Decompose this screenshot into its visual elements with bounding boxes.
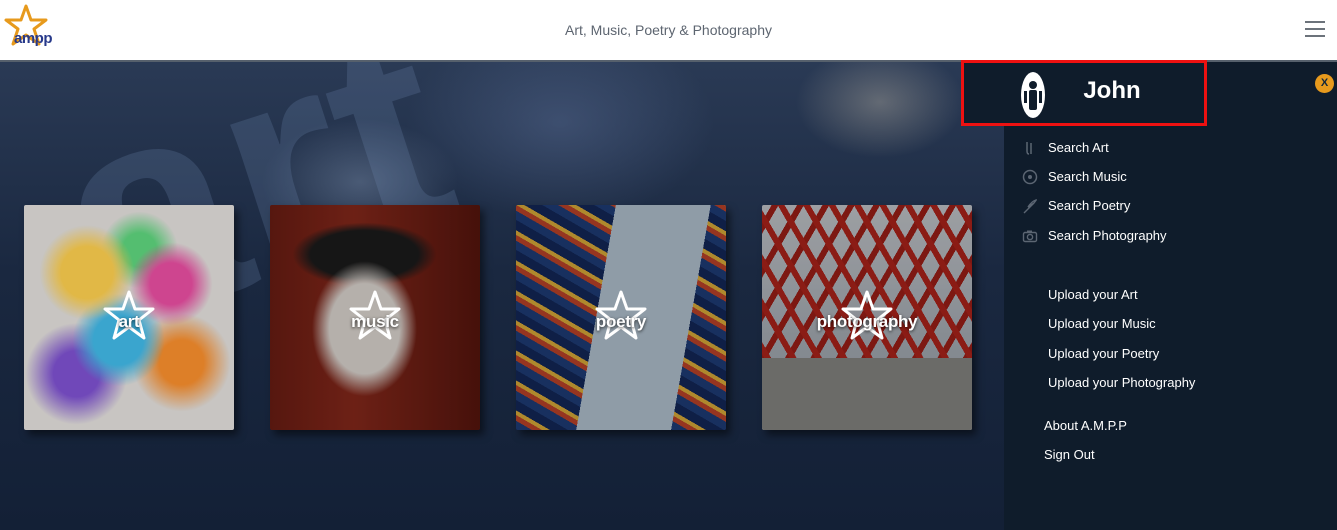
feather-icon: [1023, 199, 1037, 214]
side-menu: John X Search Art Search Music Search Po…: [961, 60, 1337, 530]
card-label: music: [351, 312, 399, 331]
username: John: [1083, 77, 1141, 104]
card-music[interactable]: music: [270, 205, 480, 430]
menu-label: Search Music: [1048, 169, 1127, 184]
card-photography[interactable]: photography: [762, 205, 972, 430]
close-menu-button[interactable]: X: [1315, 74, 1334, 93]
menu-search-art[interactable]: Search Art: [1026, 140, 1109, 155]
card-label: photography: [816, 312, 918, 331]
card-label: art: [118, 312, 140, 331]
menu-search-poetry[interactable]: Search Poetry: [1023, 198, 1131, 214]
menu-upload-music[interactable]: Upload your Music: [1048, 316, 1156, 331]
camera-icon: [1022, 230, 1038, 243]
hamburger-menu-icon[interactable]: [1305, 21, 1325, 37]
menu-about[interactable]: About A.M.P.P: [1044, 418, 1127, 433]
card-art[interactable]: art: [24, 205, 234, 430]
user-profile-header[interactable]: John: [961, 60, 1207, 126]
menu-upload-poetry[interactable]: Upload your Poetry: [1048, 346, 1159, 361]
menu-label: Search Art: [1048, 140, 1109, 155]
card-label: poetry: [595, 312, 647, 331]
menu-search-photography[interactable]: Search Photography: [1022, 228, 1167, 243]
brush-icon: [1026, 142, 1032, 155]
menu-upload-photography[interactable]: Upload your Photography: [1048, 375, 1195, 390]
hero-background: art art music poetry photography: [0, 62, 1004, 530]
menu-label: Search Poetry: [1048, 198, 1131, 213]
menu-sign-out[interactable]: Sign Out: [1044, 447, 1095, 462]
top-bar: ampp Art, Music, Poetry & Photography: [0, 0, 1337, 62]
menu-label: Search Photography: [1048, 228, 1167, 243]
menu-search-music[interactable]: Search Music: [1022, 169, 1127, 185]
record-icon: [1022, 169, 1038, 185]
menu-upload-art[interactable]: Upload your Art: [1048, 287, 1138, 302]
site-tagline: Art, Music, Poetry & Photography: [565, 22, 772, 38]
card-poetry[interactable]: poetry: [516, 205, 726, 430]
